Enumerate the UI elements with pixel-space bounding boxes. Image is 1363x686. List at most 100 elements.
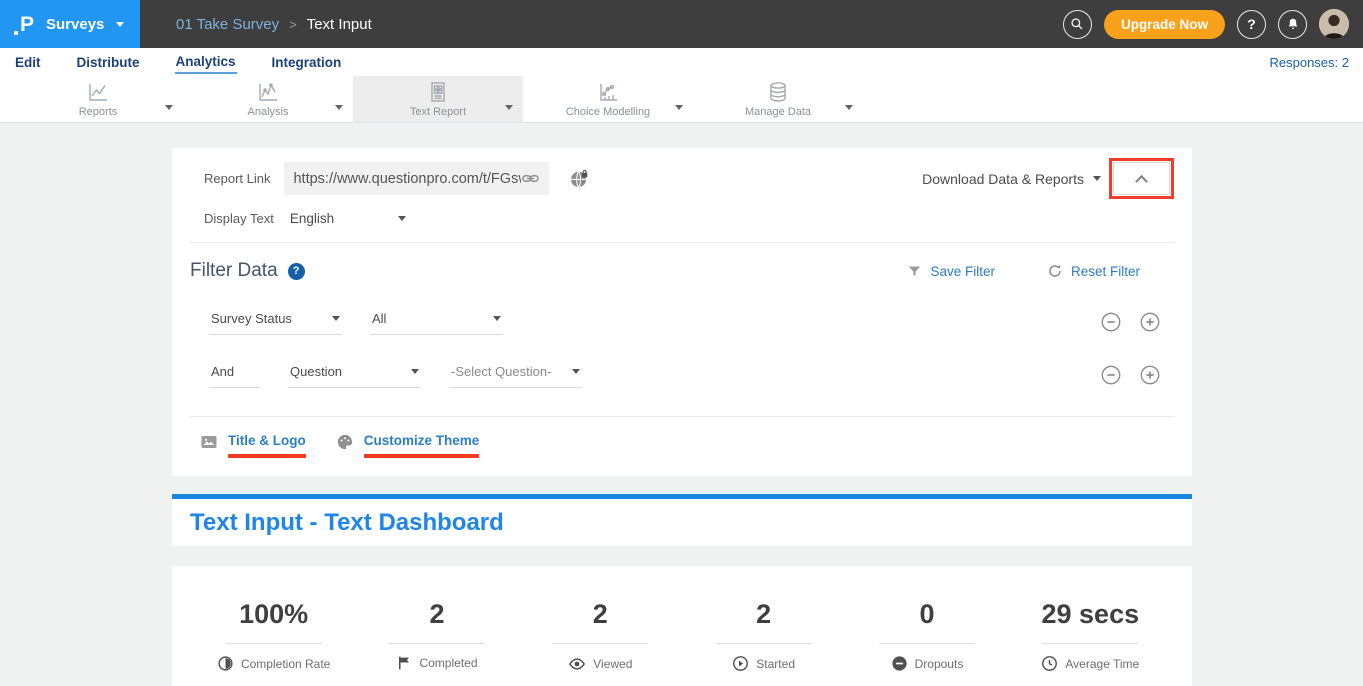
- divider: [1042, 643, 1138, 644]
- filter-row-controls: [1100, 364, 1161, 386]
- image-icon: [200, 433, 218, 451]
- chevron-down-icon: [116, 22, 124, 27]
- nav-tab-distribute[interactable]: Distribute: [76, 52, 141, 73]
- tab-reports[interactable]: Reports: [13, 76, 183, 122]
- filter-field-dropdown[interactable]: Question: [288, 361, 421, 388]
- filter-actions: Save Filter Reset Filter: [907, 263, 1140, 279]
- completion-rate-icon: [217, 655, 234, 672]
- chevron-down-icon: [411, 369, 419, 374]
- dashboard-title: Text Input - Text Dashboard: [190, 509, 504, 537]
- filter-row: And Question -Select Question-: [172, 361, 1192, 416]
- help-button[interactable]: ?: [1237, 10, 1266, 39]
- trend-chart-icon: [256, 80, 280, 104]
- minus-circle-icon: [891, 655, 908, 672]
- display-text-label: Display Text: [204, 211, 274, 226]
- search-icon: [1070, 17, 1084, 31]
- tab-analysis[interactable]: Analysis: [183, 76, 353, 122]
- divider: [552, 643, 648, 644]
- report-link-box: [284, 162, 549, 195]
- remove-condition-icon[interactable]: [1100, 364, 1122, 386]
- report-settings-card: Report Link Download Data & Reports Disp…: [172, 148, 1192, 476]
- chevron-up-icon: [1135, 175, 1148, 188]
- dashboard-title-card: Text Input - Text Dashboard: [172, 499, 1192, 546]
- product-switcher[interactable]: P Surveys: [0, 0, 140, 48]
- display-text-value: English: [290, 211, 334, 226]
- clock-icon: [1041, 655, 1058, 672]
- filter-field-dropdown[interactable]: Survey Status: [209, 308, 342, 335]
- link-privacy-button[interactable]: [569, 169, 589, 189]
- filter-value-dropdown[interactable]: All: [370, 308, 503, 335]
- breadcrumb: 01 Take Survey > Text Input: [176, 16, 372, 33]
- stats-card: 100% Completion Rate 2 Completed 2 Viewe…: [172, 566, 1192, 686]
- filter-help-icon[interactable]: ?: [288, 263, 305, 280]
- tab-analysis-dropdown[interactable]: [335, 97, 343, 115]
- report-link-label: Report Link: [204, 171, 270, 186]
- download-data-reports-dropdown[interactable]: Download Data & Reports: [922, 171, 1101, 187]
- customize-theme-link[interactable]: Customize Theme: [364, 433, 480, 458]
- tab-choice-modelling[interactable]: Choice Modelling: [523, 76, 693, 122]
- globe-lock-icon: [569, 169, 589, 189]
- branding-links-row: Title & Logo Customize Theme: [172, 417, 1192, 476]
- add-condition-icon[interactable]: [1139, 364, 1161, 386]
- tab-text-report[interactable]: Text Report: [353, 76, 523, 122]
- add-condition-icon[interactable]: [1139, 311, 1161, 333]
- tab-manage-data[interactable]: Manage Data: [693, 76, 863, 122]
- breadcrumb-separator: >: [289, 17, 297, 32]
- divider: [389, 643, 485, 644]
- breadcrumb-current: Text Input: [307, 16, 372, 33]
- breadcrumb-survey-link[interactable]: 01 Take Survey: [176, 16, 279, 33]
- responses-count[interactable]: Responses: 2: [1270, 55, 1350, 70]
- avatar-photo: [1319, 9, 1349, 39]
- stats-row: 100% Completion Rate 2 Completed 2 Viewe…: [172, 599, 1192, 678]
- download-data-reports-label: Download Data & Reports: [922, 171, 1084, 187]
- tab-manage-data-dropdown[interactable]: [845, 97, 853, 115]
- user-avatar[interactable]: [1319, 9, 1349, 39]
- save-filter-link[interactable]: Save Filter: [930, 264, 995, 279]
- filter-data-title: Filter Data: [190, 260, 278, 282]
- palette-icon: [336, 433, 354, 451]
- link-icon: [521, 169, 540, 188]
- copy-link-button[interactable]: [521, 169, 540, 188]
- text-report-icon: [426, 80, 450, 104]
- search-button[interactable]: [1063, 10, 1092, 39]
- tab-text-report-dropdown[interactable]: [505, 97, 513, 115]
- chevron-down-icon: [493, 316, 501, 321]
- chevron-down-icon: [572, 369, 580, 374]
- reset-icon: [1047, 263, 1063, 279]
- analytics-toolbar: Reports Analysis Text Report Choice Mode…: [0, 76, 1363, 123]
- stat-average-time: 29 secs Average Time: [1009, 599, 1172, 678]
- nav-tab-edit[interactable]: Edit: [14, 52, 42, 73]
- bell-icon: [1286, 17, 1300, 31]
- tab-reports-dropdown[interactable]: [165, 97, 173, 115]
- stat-completed: 2 Completed: [355, 599, 518, 678]
- nav-tab-analytics[interactable]: Analytics: [175, 51, 237, 74]
- product-name: Surveys: [46, 16, 104, 33]
- filter-row: Survey Status All: [172, 308, 1192, 335]
- scatter-chart-icon: [596, 80, 620, 104]
- reset-filter-link[interactable]: Reset Filter: [1071, 264, 1140, 279]
- top-header: P Surveys 01 Take Survey > Text Input Up…: [0, 0, 1363, 48]
- question-mark-icon: ?: [1247, 16, 1256, 32]
- remove-condition-icon[interactable]: [1100, 311, 1122, 333]
- eye-icon: [568, 655, 586, 673]
- nav-tab-integration[interactable]: Integration: [271, 52, 343, 73]
- stat-dropouts: 0 Dropouts: [845, 599, 1008, 678]
- report-link-row: Report Link Download Data & Reports: [172, 148, 1192, 201]
- notifications-button[interactable]: [1278, 10, 1307, 39]
- divider: [226, 643, 322, 644]
- filter-row-controls: [1100, 311, 1161, 333]
- display-text-dropdown[interactable]: English: [290, 211, 406, 226]
- title-logo-link[interactable]: Title & Logo: [228, 433, 306, 458]
- flag-icon: [396, 655, 412, 671]
- stat-viewed: 2 Viewed: [519, 599, 682, 678]
- play-circle-icon: [732, 655, 749, 672]
- chevron-down-icon: [332, 316, 340, 321]
- report-link-input[interactable]: [293, 171, 521, 187]
- line-chart-icon: [86, 80, 110, 104]
- collapse-panel-button[interactable]: [1113, 162, 1170, 195]
- upgrade-now-button[interactable]: Upgrade Now: [1104, 10, 1225, 39]
- select-question-dropdown[interactable]: -Select Question-: [449, 361, 582, 388]
- tab-choice-modelling-dropdown[interactable]: [675, 97, 683, 115]
- header-actions: Upgrade Now ?: [1063, 9, 1363, 39]
- conjunction-label: And: [209, 361, 260, 388]
